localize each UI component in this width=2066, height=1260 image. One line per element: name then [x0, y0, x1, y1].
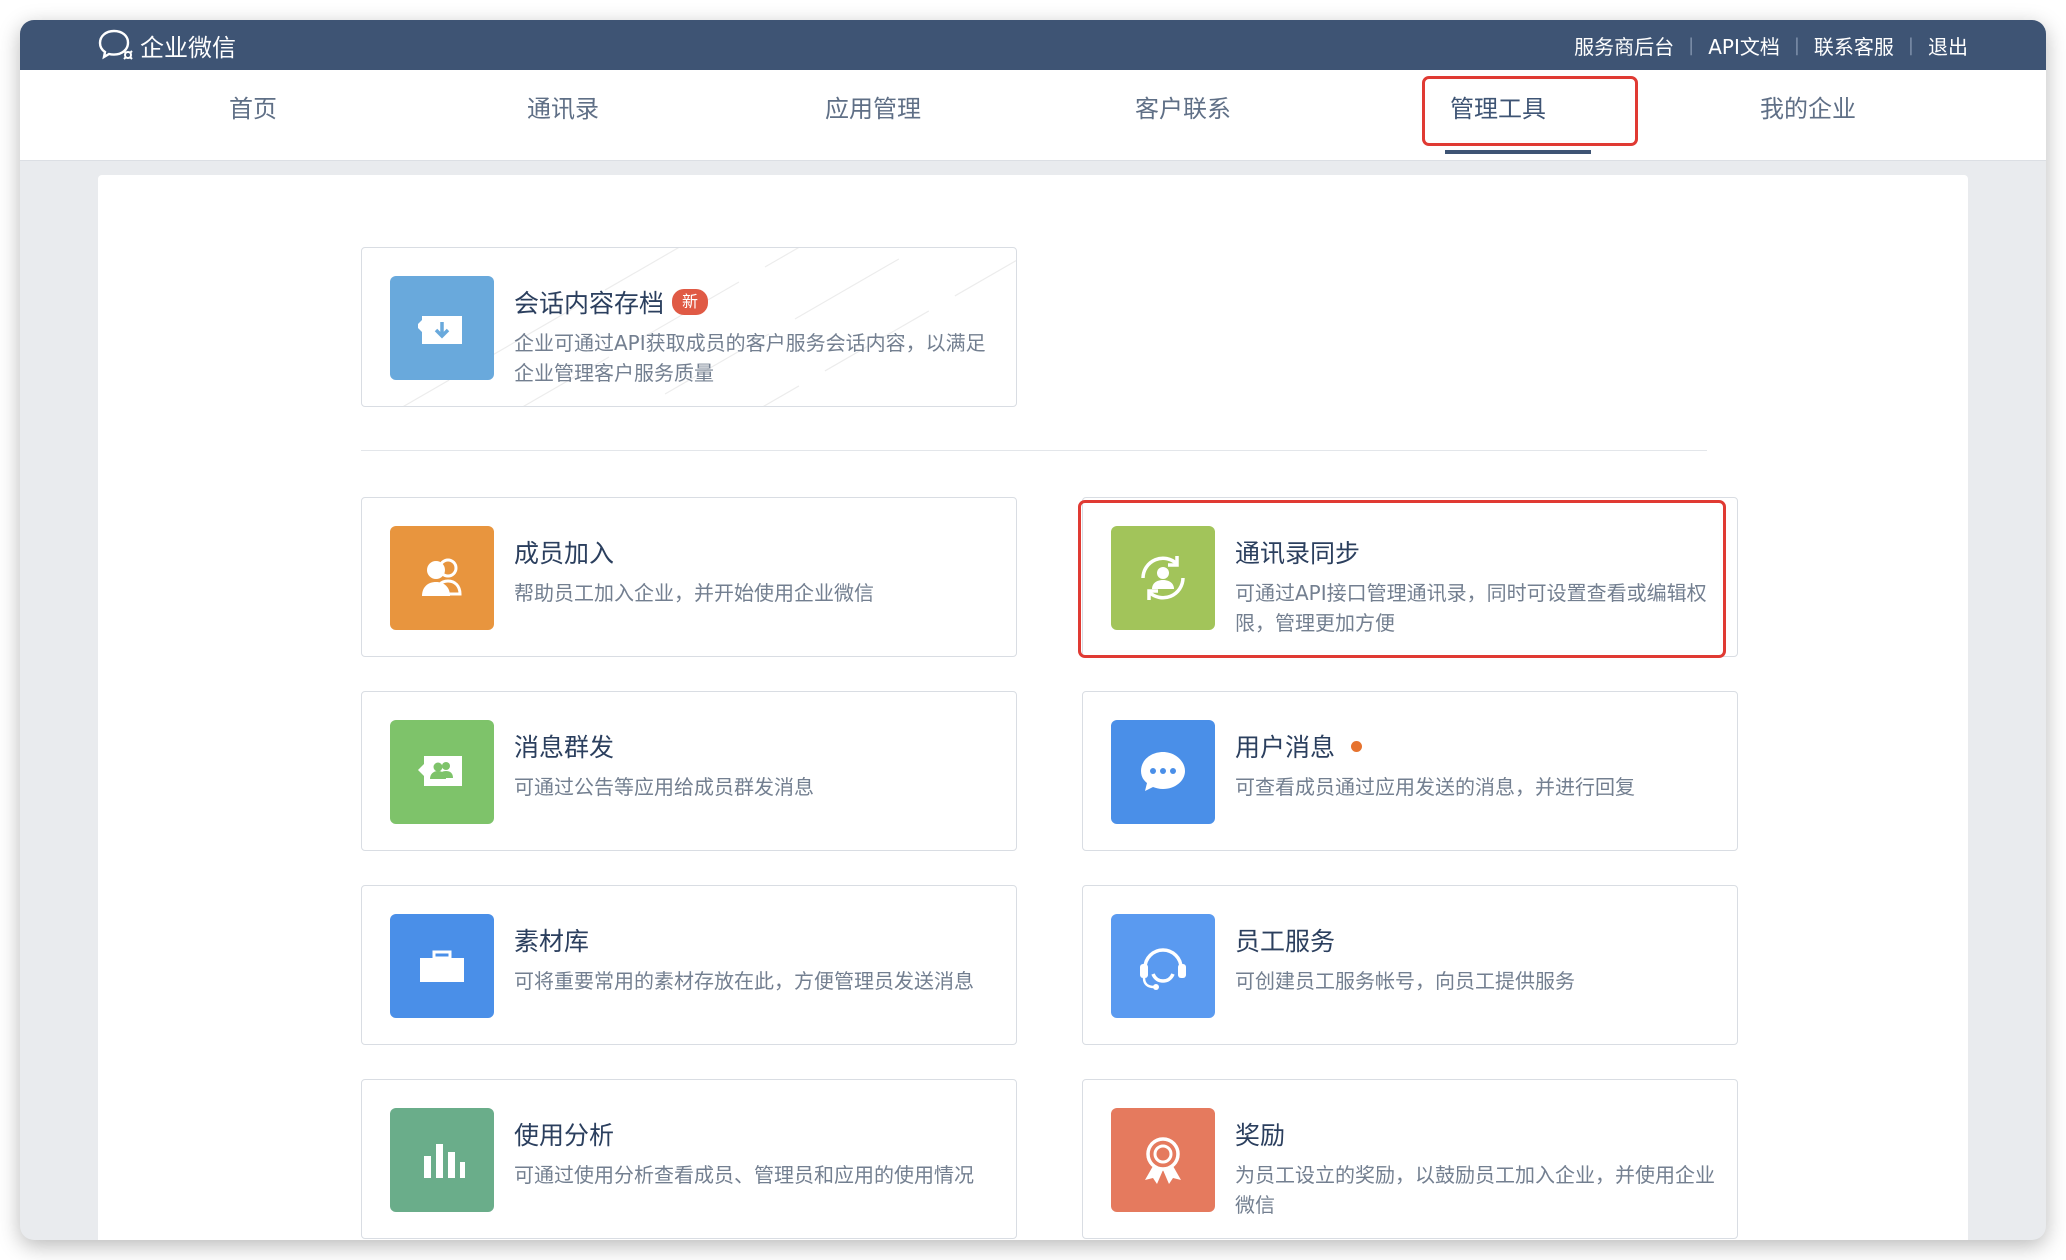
card-title: 素材库	[514, 922, 589, 958]
card-title-text: 会话内容存档	[514, 289, 665, 318]
nav-home[interactable]: 首页	[229, 70, 277, 160]
card-title: 使用分析	[514, 1116, 614, 1152]
briefcase-icon	[390, 914, 494, 1018]
logo[interactable]: 企业微信	[96, 20, 236, 70]
card-session-archive[interactable]: 会话内容存档 新 企业可通过API获取成员的客户服务会话内容，以满足企业管理客户…	[361, 247, 1017, 407]
card-staff-service[interactable]: 员工服务 可创建员工服务帐号，向员工提供服务	[1082, 885, 1738, 1045]
link-logout[interactable]: 退出	[1928, 31, 1968, 60]
users-icon	[390, 526, 494, 630]
nav-active-underline	[1445, 150, 1591, 154]
award-medal-icon	[1111, 1108, 1215, 1212]
card-description: 企业可通过API获取成员的客户服务会话内容，以满足企业管理客户服务质量	[514, 331, 986, 385]
link-service-provider[interactable]: 服务商后台	[1574, 31, 1674, 60]
card-broadcast[interactable]: 消息群发 可通过公告等应用给成员群发消息	[361, 691, 1017, 851]
card-title-text: 使用分析	[514, 1121, 615, 1150]
nav-contacts[interactable]: 通讯录	[527, 70, 599, 160]
card-title: 奖励	[1235, 1116, 1285, 1152]
card-description: 可查看成员通过应用发送的消息，并进行回复	[1235, 775, 1635, 799]
card-title-text: 奖励	[1235, 1121, 1286, 1150]
separator: |	[1907, 34, 1914, 56]
link-contact-support[interactable]: 联系客服	[1814, 31, 1894, 60]
card-title: 成员加入	[514, 534, 614, 570]
card-description: 可通过使用分析查看成员、管理员和应用的使用情况	[514, 1163, 974, 1187]
new-badge: 新	[672, 289, 709, 315]
card-rewards[interactable]: 奖励 为员工设立的奖励，以鼓励员工加入企业，并使用企业微信	[1082, 1079, 1738, 1239]
card-description: 可将重要常用的素材存放在此，方便管理员发送消息	[514, 969, 974, 993]
card-member-join[interactable]: 成员加入 帮助员工加入企业，并开始使用企业微信	[361, 497, 1017, 657]
logo-text: 企业微信	[140, 33, 236, 62]
archive-download-icon	[390, 276, 494, 380]
card-title-text: 员工服务	[1235, 927, 1336, 956]
card-title: 用户消息	[1235, 728, 1363, 764]
card-user-messages[interactable]: 用户消息 可查看成员通过应用发送的消息，并进行回复	[1082, 691, 1738, 851]
separator: |	[1688, 34, 1695, 56]
headset-icon	[1111, 914, 1215, 1018]
card-title: 会话内容存档 新	[514, 284, 709, 320]
card-highlight-box	[1078, 500, 1726, 658]
app-window: 企业微信 服务商后台 | API文档 | 联系客服 | 退出 首页 通讯录 应用…	[20, 20, 2046, 1240]
unread-dot	[1351, 740, 1363, 752]
main-nav: 首页 通讯录 应用管理 客户联系 管理工具 我的企业	[20, 70, 2046, 161]
card-title: 消息群发	[514, 728, 614, 764]
nav-highlight-box	[1422, 76, 1638, 146]
nav-customer-contact[interactable]: 客户联系	[1135, 70, 1231, 160]
nav-my-enterprise[interactable]: 我的企业	[1760, 70, 1856, 160]
nav-app-management[interactable]: 应用管理	[825, 70, 921, 160]
tools-panel: 会话内容存档 新 企业可通过API获取成员的客户服务会话内容，以满足企业管理客户…	[98, 175, 1968, 1240]
section-divider	[361, 450, 1707, 451]
card-description: 可创建员工服务帐号，向员工提供服务	[1235, 969, 1575, 993]
card-title: 员工服务	[1235, 922, 1335, 958]
card-materials[interactable]: 素材库 可将重要常用的素材存放在此，方便管理员发送消息	[361, 885, 1017, 1045]
bar-chart-icon	[390, 1108, 494, 1212]
separator: |	[1793, 34, 1800, 56]
card-description: 可通过公告等应用给成员群发消息	[514, 775, 814, 799]
wecom-logo-icon	[98, 29, 133, 60]
card-title-text: 消息群发	[514, 733, 615, 762]
card-title-text: 成员加入	[514, 539, 615, 568]
card-title-text: 素材库	[514, 927, 590, 956]
card-description: 为员工设立的奖励，以鼓励员工加入企业，并使用企业微信	[1235, 1163, 1715, 1217]
chat-bubble-icon	[1111, 720, 1215, 824]
top-links: 服务商后台 | API文档 | 联系客服 | 退出	[1574, 20, 1968, 70]
card-analytics[interactable]: 使用分析 可通过使用分析查看成员、管理员和应用的使用情况	[361, 1079, 1017, 1239]
card-title-text: 用户消息	[1235, 733, 1336, 762]
link-api-docs[interactable]: API文档	[1708, 31, 1780, 60]
top-bar: 企业微信 服务商后台 | API文档 | 联系客服 | 退出	[20, 20, 2046, 70]
broadcast-icon	[390, 720, 494, 824]
card-description: 帮助员工加入企业，并开始使用企业微信	[514, 581, 874, 605]
